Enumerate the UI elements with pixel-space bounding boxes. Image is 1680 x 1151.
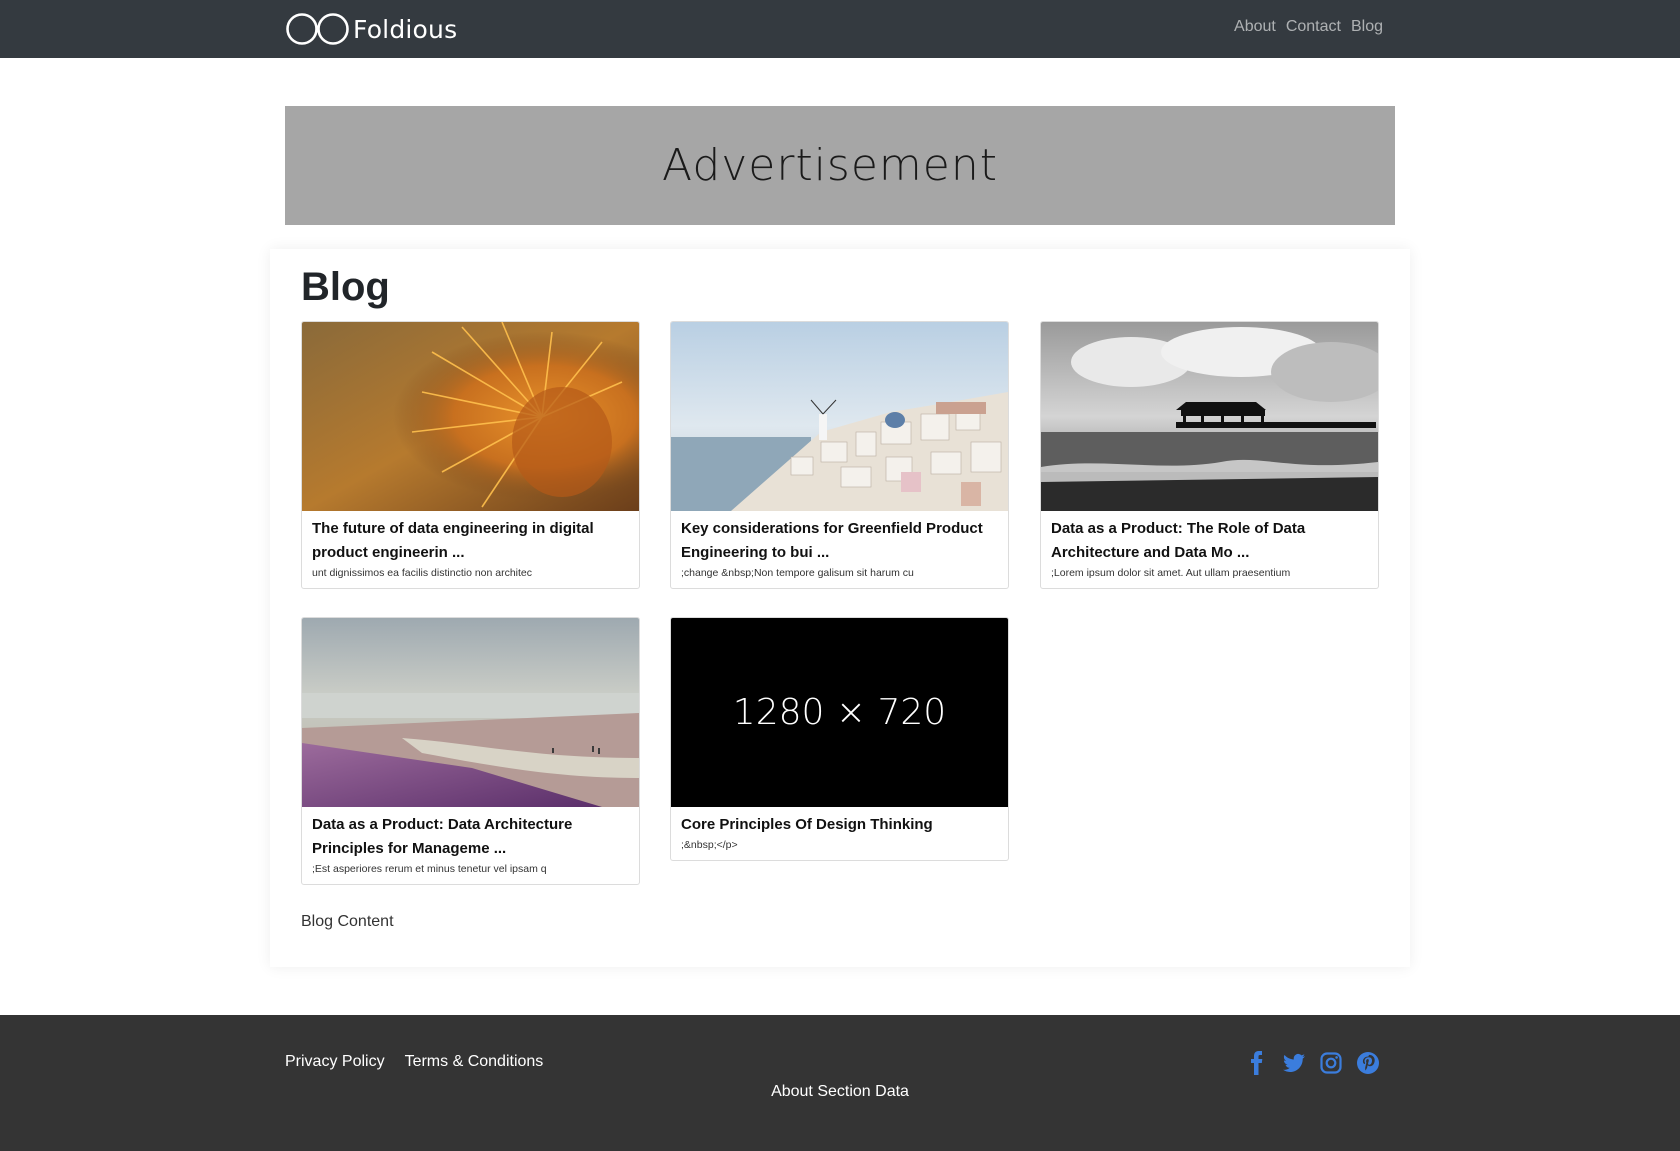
post-title[interactable]: The future of data engineering in digita… (312, 517, 629, 565)
advertisement-banner[interactable]: Advertisement (285, 106, 1395, 225)
blog-content-text: Blog Content (301, 913, 394, 930)
page-title: Blog (301, 265, 390, 309)
facebook-icon[interactable] (1245, 1051, 1269, 1075)
instagram-icon[interactable] (1319, 1051, 1343, 1075)
pinterest-icon[interactable] (1356, 1051, 1380, 1075)
site-footer: Privacy Policy Terms & Conditions About … (0, 1015, 1680, 1151)
blog-post-card[interactable]: 1280 × 720 Core Principles Of Design Thi… (670, 617, 1009, 861)
footer-links: Privacy Policy Terms & Conditions (285, 1053, 543, 1071)
post-thumbnail-placeholder: 1280 × 720 (671, 618, 1008, 807)
post-excerpt: ;&nbsp;</p> (681, 839, 738, 851)
nav-link-contact[interactable]: Contact (1281, 18, 1346, 36)
twitter-icon[interactable] (1282, 1051, 1306, 1075)
post-title[interactable]: Key considerations for Greenfield Produc… (681, 517, 998, 565)
post-excerpt: ;Est asperiores rerum et minus tenetur v… (312, 863, 547, 875)
nav-menu: About Contact Blog (1229, 18, 1388, 36)
post-thumbnail-pier (1041, 322, 1378, 511)
brand-name: Foldious (353, 14, 458, 44)
brand-link[interactable]: Foldious (285, 12, 457, 46)
nav-link-about[interactable]: About (1229, 18, 1281, 36)
advertisement-label: Advertisement (662, 140, 998, 191)
placeholder-dimensions: 1280 × 720 (732, 692, 947, 733)
blog-post-card[interactable]: Data as a Product: The Role of Data Arch… (1040, 321, 1379, 589)
social-links (1245, 1051, 1380, 1075)
post-thumbnail-beach (302, 618, 639, 807)
blog-post-card[interactable]: Key considerations for Greenfield Produc… (670, 321, 1009, 589)
post-thumbnail-village (671, 322, 1008, 511)
post-excerpt: ;change &nbsp;Non tempore galisum sit ha… (681, 567, 914, 579)
about-section-text: About Section Data (771, 1083, 909, 1100)
blog-section: Blog The future of data engineering in d… (270, 249, 1410, 967)
nav-link-blog[interactable]: Blog (1346, 18, 1388, 36)
blog-post-card[interactable]: The future of data engineering in digita… (301, 321, 640, 589)
terms-conditions-link[interactable]: Terms & Conditions (405, 1053, 544, 1071)
post-excerpt: unt dignissimos ea facilis distinctio no… (312, 567, 533, 579)
post-title[interactable]: Data as a Product: The Role of Data Arch… (1051, 517, 1368, 565)
post-excerpt: ;Lorem ipsum dolor sit amet. Aut ullam p… (1051, 567, 1291, 579)
privacy-policy-link[interactable]: Privacy Policy (285, 1053, 385, 1071)
post-thumbnail-cactus (302, 322, 639, 511)
infinity-logo-icon (286, 13, 349, 45)
blog-post-card[interactable]: Data as a Product: Data Architecture Pri… (301, 617, 640, 885)
top-navbar: Foldious About Contact Blog (0, 0, 1680, 58)
post-title[interactable]: Core Principles Of Design Thinking (681, 813, 998, 837)
post-title[interactable]: Data as a Product: Data Architecture Pri… (312, 813, 629, 861)
